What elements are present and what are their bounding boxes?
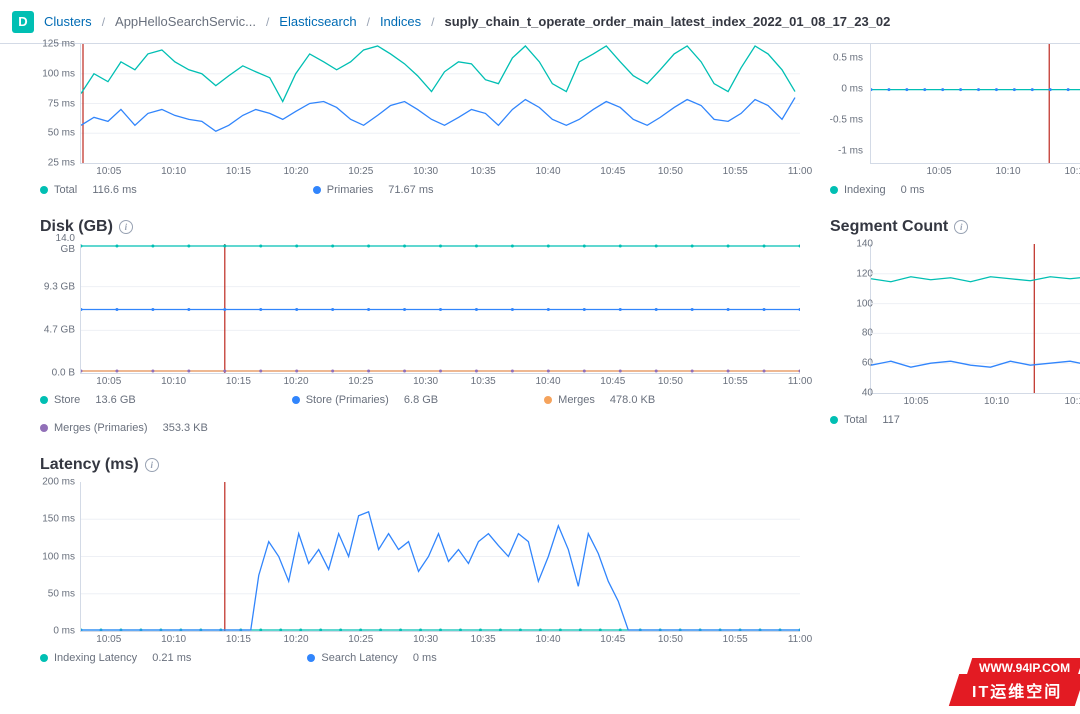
chart-latency: Latency (ms) i 200 ms 150 ms 100 ms 50 m… [20,456,810,664]
legend: Store 13.6 GB Store (Primaries) 6.8 GB M… [20,394,810,434]
crumb-es[interactable]: Elasticsearch [279,14,356,29]
legend: Indexing 0 ms [830,184,1080,196]
legend-store-primaries[interactable]: Store (Primaries) 6.8 GB [292,394,438,406]
legend-total[interactable]: Total 116.6 ms [40,184,137,196]
watermark-url: WWW.94IP.COM [979,661,1070,675]
x-axis: 10:05 10:10 10:15 10:20 10:25 10:30 10:3… [80,164,800,178]
chart-title-latency: Latency (ms) i [40,456,810,474]
chart-title-segment: Segment Count i [830,218,1080,236]
legend-segment-total[interactable]: Total 117 [830,414,900,426]
legend: Indexing Latency 0.21 ms Search Latency … [20,652,810,664]
crumb-sep: / [367,15,370,29]
legend: Total 116.6 ms Primaries 71.67 ms [20,184,810,196]
legend-merges[interactable]: Merges 478.0 KB [544,394,655,406]
x-axis: 10:05 10:10 10:15 [870,164,1080,178]
chart-response-time: 125 ms 100 ms 75 ms 50 ms 25 ms [20,44,810,196]
legend-indexing-latency[interactable]: Indexing Latency 0.21 ms [40,652,191,664]
app-logo[interactable]: D [12,11,34,33]
legend: Total 117 [830,414,1080,426]
info-icon[interactable]: i [119,220,133,234]
legend-primaries[interactable]: Primaries 71.67 ms [313,184,434,196]
crumb-app[interactable]: AppHelloSearchServic... [115,14,256,29]
legend-store[interactable]: Store 13.6 GB [40,394,136,406]
breadcrumb-bar: D Clusters / AppHelloSearchServic... / E… [0,0,1080,44]
crumb-sep: / [102,15,105,29]
legend-merges-primaries[interactable]: Merges (Primaries) 353.3 KB [40,422,810,434]
crumb-sep: / [431,15,434,29]
crumb-indices[interactable]: Indices [380,14,421,29]
x-axis: 10:05 10:10 10:15 10:20 10:25 10:30 10:3… [80,632,800,646]
crumb-sep: / [266,15,269,29]
info-icon[interactable]: i [954,220,968,234]
watermark-text: IT运维空间 [972,678,1062,702]
info-icon[interactable]: i [145,458,159,472]
chart-segment-count: Segment Count i 140 120 100 80 60 40 [830,218,1080,426]
watermark: WWW.94IP.COM IT运维空间 [910,646,1080,706]
y-axis: 200 ms 150 ms 100 ms 50 ms 0 ms [39,482,79,631]
y-axis: 125 ms 100 ms 75 ms 50 ms 25 ms [39,44,79,163]
legend-search-latency[interactable]: Search Latency 0 ms [307,652,436,664]
y-axis: 14.0 GB 9.3 GB 4.7 GB 0.0 B [39,244,79,373]
chart-title-disk: Disk (GB) i [40,218,810,236]
chart-disk: Disk (GB) i 14.0 GB 9.3 GB 4.7 GB 0.0 B [20,218,810,434]
chart-indexing: 0.5 ms 0 ms -0.5 ms -1 ms 10:05 10:10 [830,44,1080,196]
x-axis: 10:05 10:10 10:15 10:20 10:25 10:30 10:3… [80,374,800,388]
y-axis: 0.5 ms 0 ms -0.5 ms -1 ms [827,44,867,163]
crumb-current: suply_chain_t_operate_order_main_latest_… [444,14,890,29]
crumb-clusters[interactable]: Clusters [44,14,92,29]
legend-indexing[interactable]: Indexing 0 ms [830,184,925,196]
x-axis: 10:05 10:10 10:15 [870,394,1080,408]
